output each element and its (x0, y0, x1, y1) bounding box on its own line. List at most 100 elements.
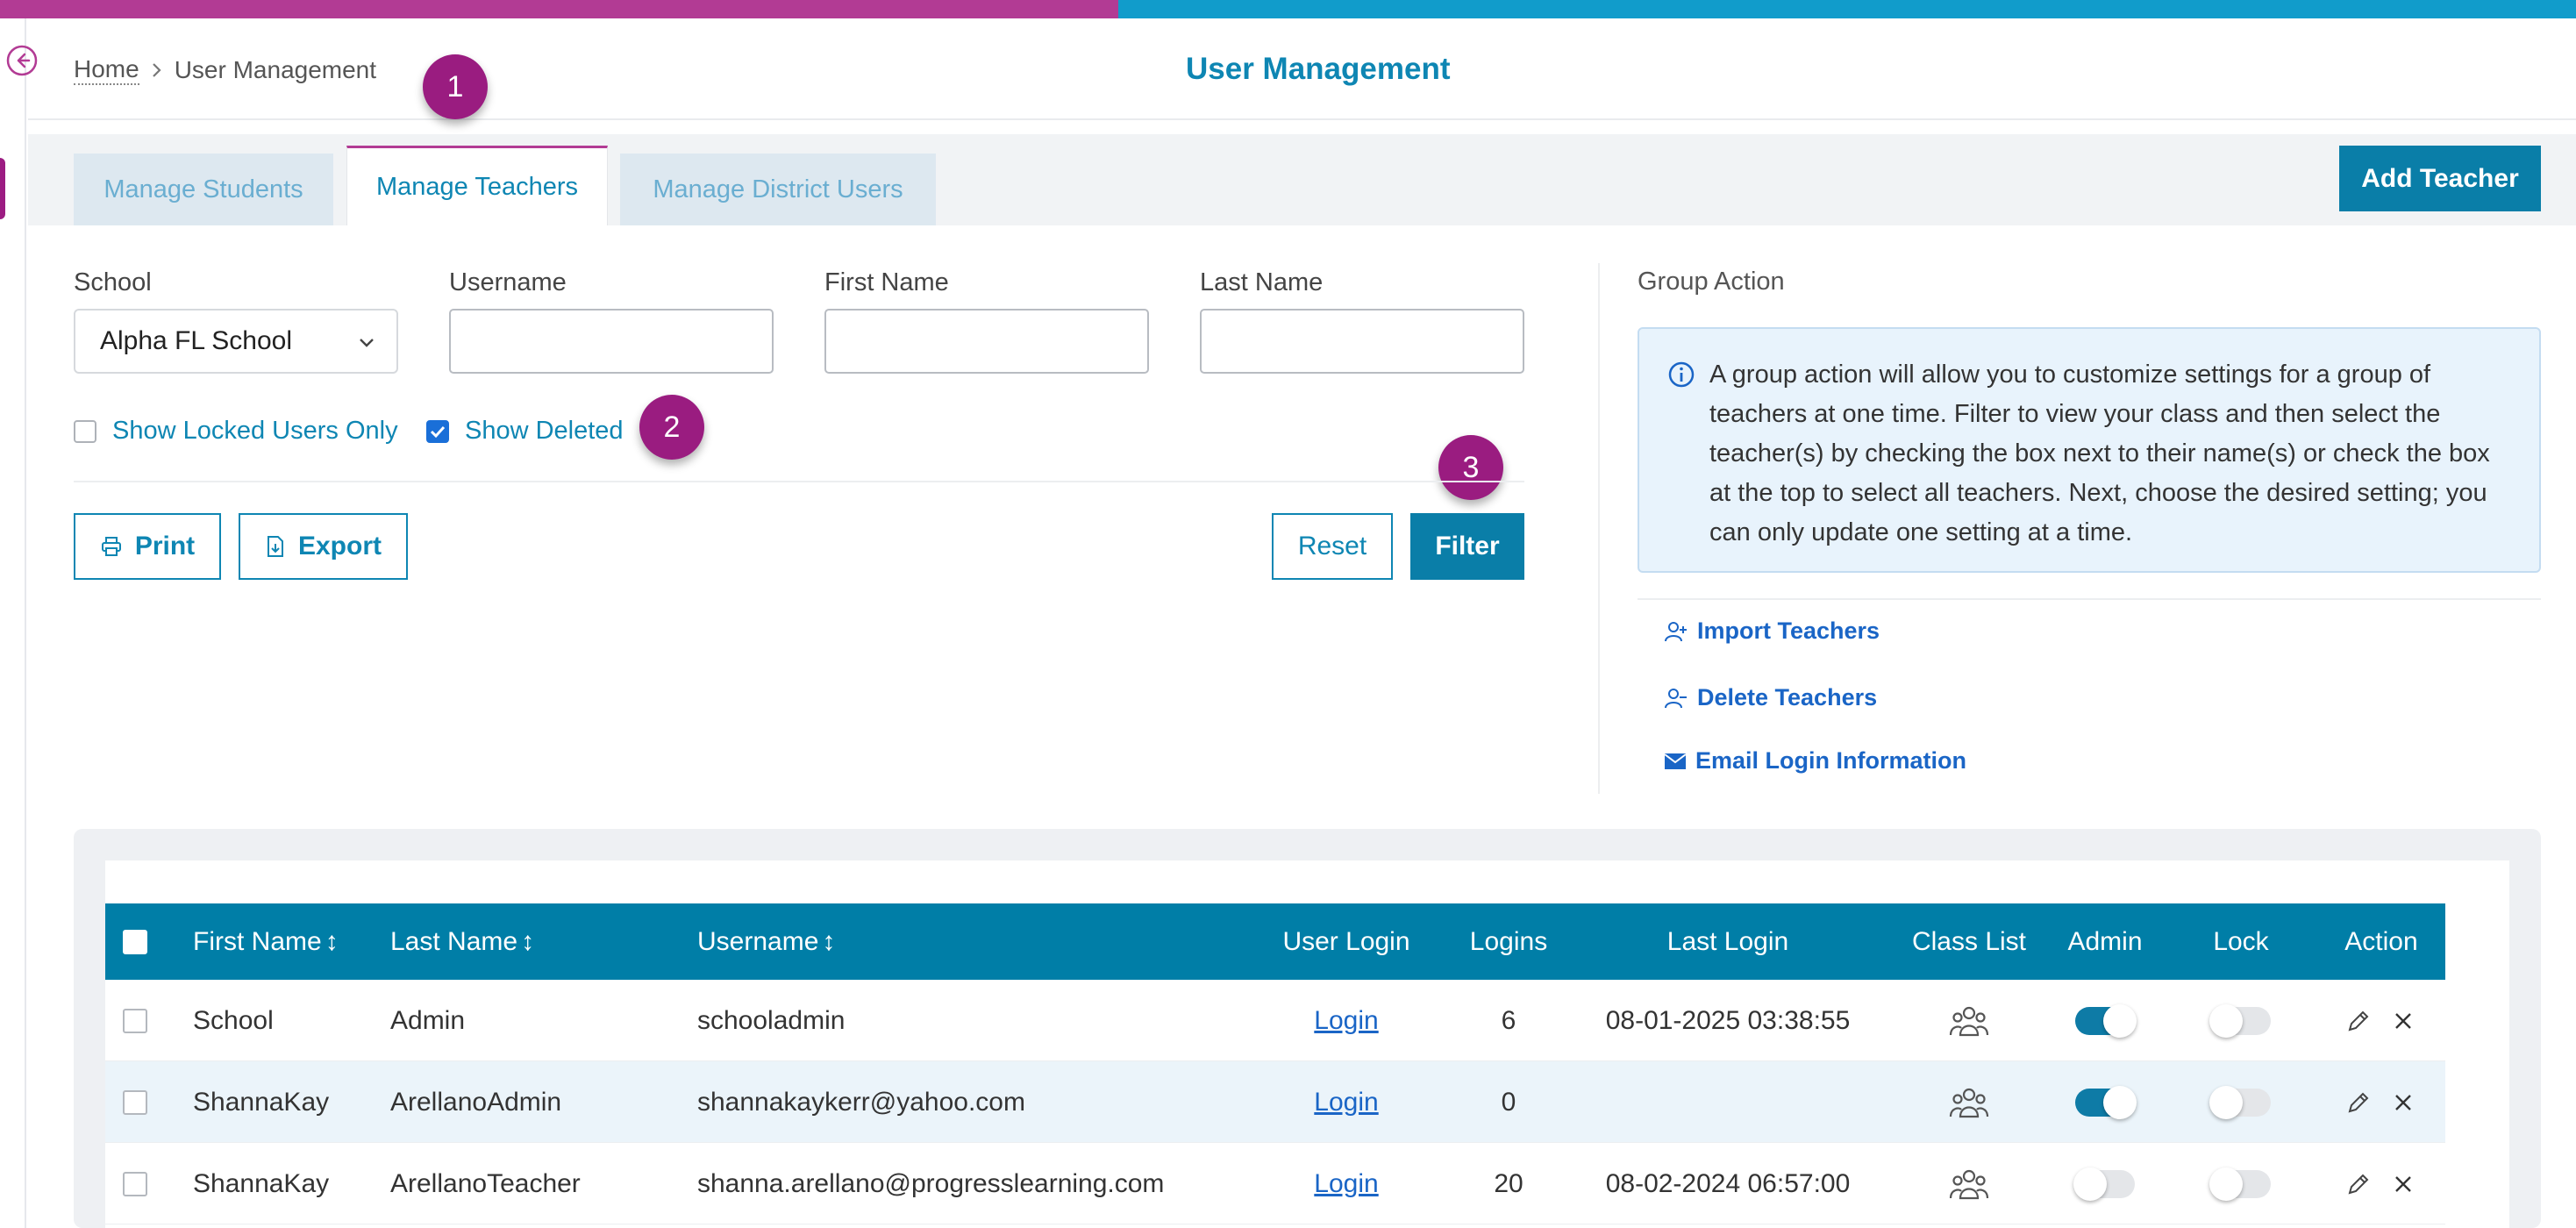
section-divider (1598, 263, 1600, 794)
show-locked-checkbox[interactable] (74, 419, 96, 443)
cell-last-name: ArellanoAdmin (390, 1087, 562, 1117)
email-login-info-label[interactable]: Email Login Information (1695, 747, 1966, 775)
add-teacher-button[interactable]: Add Teacher (2339, 146, 2541, 211)
col-lock: Lock (2213, 926, 2269, 956)
cell-admin (2052, 1143, 2158, 1224)
group-users-icon[interactable] (1949, 1085, 1989, 1120)
step-badge-3: 3 (1438, 435, 1503, 500)
col-username-label: Username (697, 926, 819, 956)
chevron-down-icon (360, 339, 374, 347)
delete-teachers-link[interactable]: Delete Teachers (1664, 684, 1877, 711)
login-link[interactable]: Login (1314, 1006, 1378, 1036)
group-users-icon[interactable] (1949, 1003, 1989, 1039)
import-teachers-label[interactable]: Import Teachers (1697, 618, 1880, 645)
chevron-right-icon (152, 63, 161, 77)
import-teachers-link[interactable]: Import Teachers (1664, 618, 1880, 645)
cell-user-login: Login (1272, 1143, 1421, 1224)
show-deleted-checkbox[interactable] (426, 419, 449, 443)
tab-manage-teachers[interactable]: Manage Teachers (346, 146, 608, 225)
sort-icon: ↕ (822, 926, 836, 956)
close-icon[interactable] (2394, 1093, 2413, 1112)
cell-first-name: School (193, 1005, 274, 1035)
admin-toggle[interactable] (2075, 1003, 2137, 1038)
filter-button[interactable]: Filter (1410, 513, 1524, 580)
pencil-icon[interactable] (2346, 1172, 2371, 1196)
last-name-label: Last Name (1200, 268, 1324, 296)
last-name-input[interactable] (1200, 309, 1524, 374)
show-locked-checkbox-row[interactable]: Show Locked Users Only (74, 417, 398, 446)
breadcrumb-home-link[interactable]: Home (74, 55, 139, 85)
cell-logins: 0 (1501, 1087, 1516, 1117)
sidebar-active-marker (0, 158, 5, 219)
col-last-login: Last Login (1666, 926, 1789, 956)
group-action-info-text: A group action will allow you to customi… (1709, 361, 2490, 546)
row-select-cell (123, 1061, 147, 1143)
select-all-cell (123, 903, 158, 980)
col-class-list: Class List (1911, 926, 2027, 956)
file-export-icon (267, 536, 283, 557)
col-first-name[interactable]: First Name ↕ (193, 903, 339, 980)
page-header: Home User Management User Management (28, 18, 2576, 120)
col-last-name[interactable]: Last Name ↕ (390, 903, 534, 980)
pencil-icon[interactable] (2346, 1009, 2371, 1033)
sort-icon: ↕ (521, 926, 535, 956)
cell-class-list (1903, 1061, 2035, 1143)
print-button[interactable]: Print (74, 513, 221, 580)
school-select-value: Alpha FL School (100, 326, 293, 355)
tab-manage-district-users[interactable]: Manage District Users (620, 154, 936, 225)
breadcrumb-current: User Management (174, 56, 377, 83)
sort-icon: ↕ (325, 926, 339, 956)
close-icon[interactable] (2394, 1174, 2413, 1194)
cell-username: shanna.arellano@progresslearning.com (697, 1168, 1165, 1198)
cell-user-login: Login (1272, 980, 1421, 1061)
show-deleted-checkbox-row[interactable]: Show Deleted (426, 417, 624, 446)
pencil-icon[interactable] (2346, 1090, 2371, 1115)
login-link[interactable]: Login (1314, 1088, 1378, 1117)
row-checkbox[interactable] (123, 1008, 147, 1033)
cell-first-name: ShannaKay (193, 1087, 330, 1117)
admin-toggle[interactable] (2073, 1167, 2135, 1201)
row-select-cell (123, 1143, 147, 1224)
row-checkbox[interactable] (123, 1089, 147, 1115)
tab-manage-students[interactable]: Manage Students (74, 154, 333, 225)
school-select[interactable]: Alpha FL School (74, 309, 398, 374)
email-login-info-link[interactable]: Email Login Information (1664, 747, 1966, 775)
show-locked-label[interactable]: Show Locked Users Only (112, 417, 398, 446)
filter-divider (74, 481, 1524, 482)
export-button[interactable]: Export (239, 513, 408, 580)
export-button-label: Export (297, 532, 382, 560)
checkmark-icon (430, 425, 446, 438)
table-row: School Admin schooladmin Login 6 08-01-2… (105, 980, 2445, 1061)
row-checkbox[interactable] (123, 1171, 147, 1196)
first-name-input[interactable] (824, 309, 1149, 374)
remove-user-icon (1665, 688, 1687, 708)
admin-toggle[interactable] (2075, 1085, 2137, 1119)
reset-button[interactable]: Reset (1272, 513, 1393, 580)
login-link[interactable]: Login (1314, 1169, 1378, 1199)
col-username[interactable]: Username ↕ (697, 903, 835, 980)
close-icon[interactable] (2394, 1011, 2413, 1031)
cell-actions (2346, 1143, 2413, 1224)
cell-username: schooladmin (697, 1005, 846, 1035)
cell-last-login: 08-02-2024 06:57:00 (1605, 1168, 1851, 1198)
cell-class-list (1903, 980, 2035, 1061)
first-name-label: First Name (824, 268, 949, 296)
page-title: User Management (1186, 52, 1451, 86)
col-action: Action (2344, 926, 2418, 956)
print-button-label: Print (134, 532, 196, 560)
cell-lock (2193, 980, 2289, 1061)
cell-actions (2346, 980, 2413, 1061)
lock-toggle[interactable] (2209, 1003, 2271, 1038)
cell-lock (2193, 1143, 2289, 1224)
lock-toggle[interactable] (2209, 1167, 2271, 1201)
select-all-checkbox[interactable] (123, 929, 147, 954)
show-deleted-label[interactable]: Show Deleted (465, 417, 624, 446)
cell-first-name: ShannaKay (193, 1168, 330, 1198)
username-input[interactable] (449, 309, 774, 374)
group-users-icon[interactable] (1949, 1167, 1989, 1202)
username-label: Username (449, 268, 567, 296)
delete-teachers-label[interactable]: Delete Teachers (1697, 684, 1877, 711)
top-accent-bar-blue (1118, 0, 2576, 18)
cell-lock (2193, 1061, 2289, 1143)
lock-toggle[interactable] (2209, 1085, 2271, 1119)
